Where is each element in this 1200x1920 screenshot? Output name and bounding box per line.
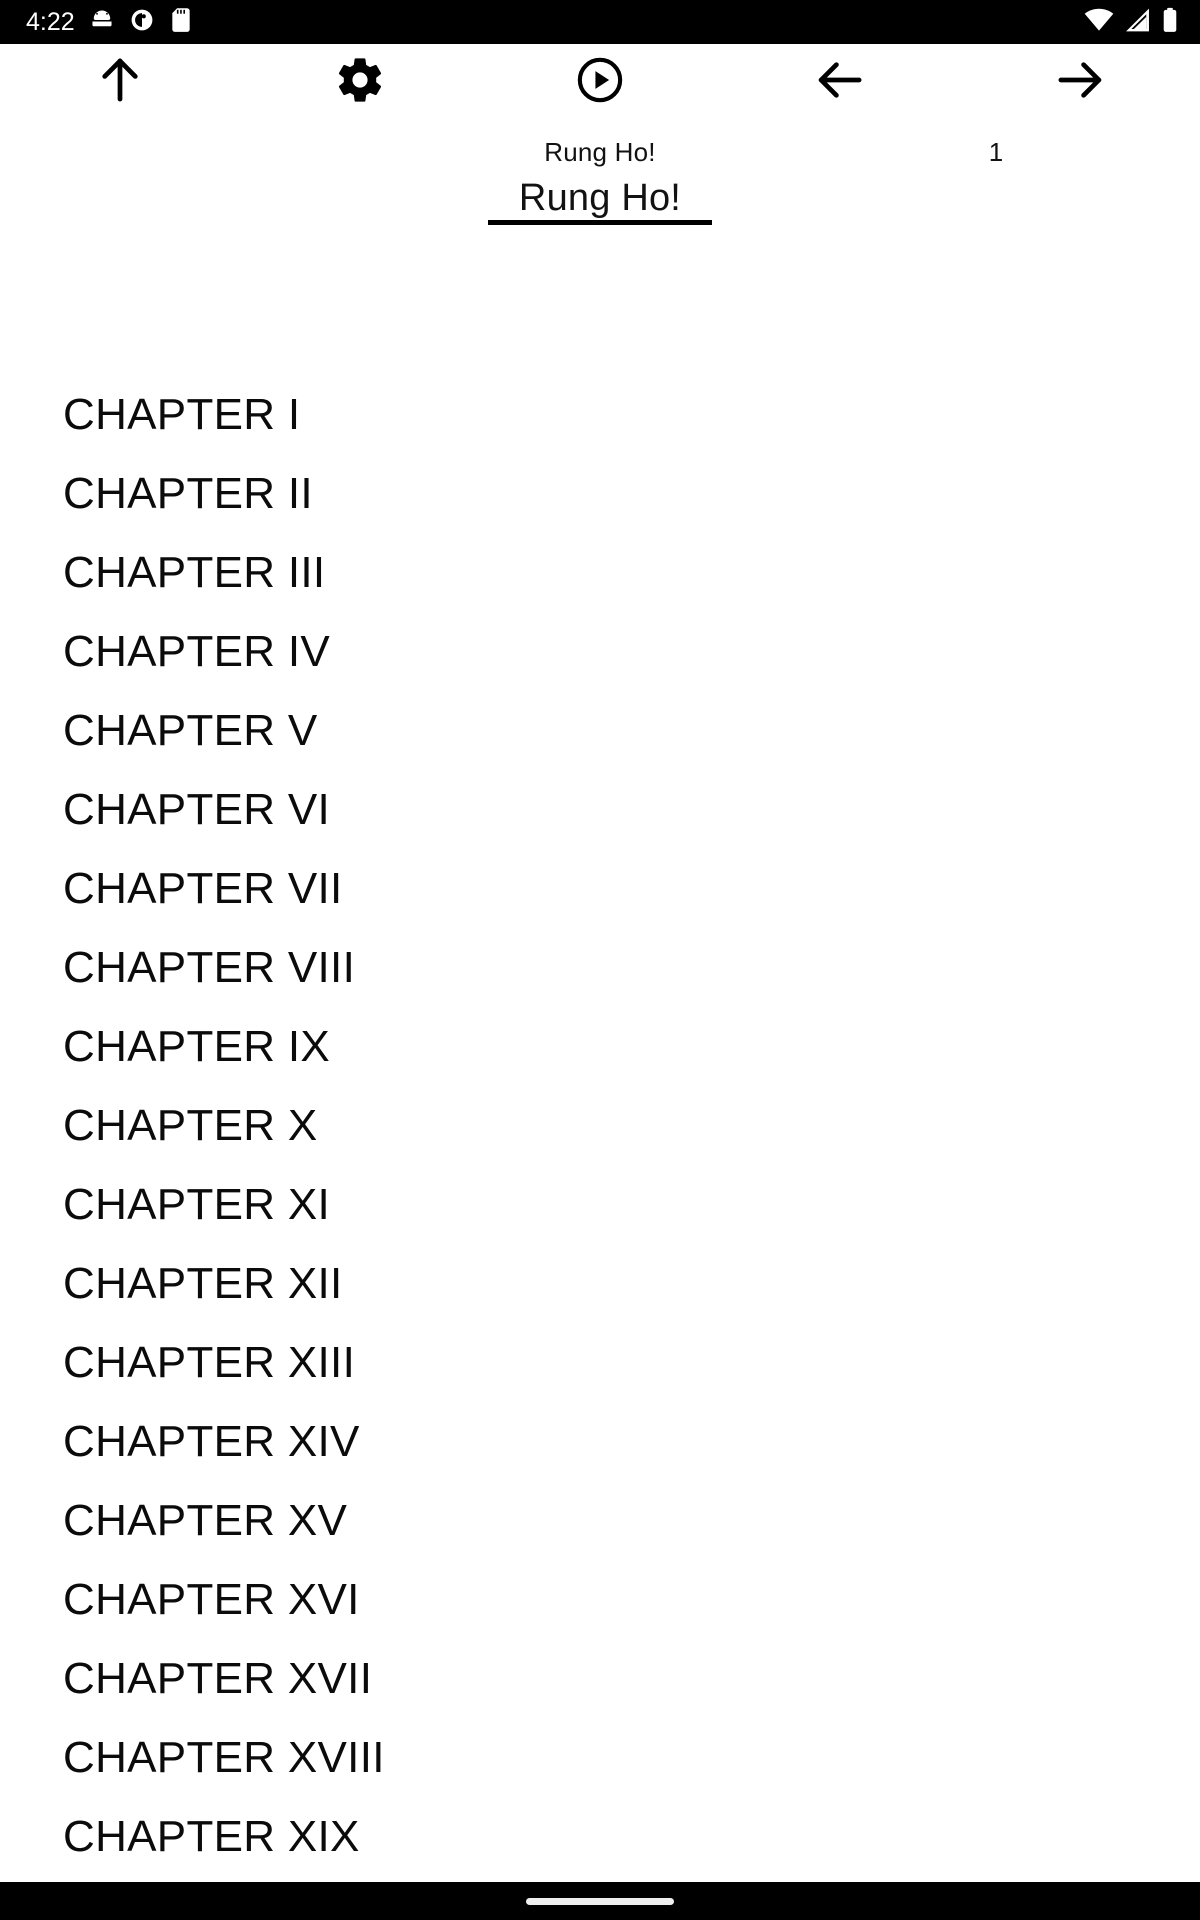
list-item[interactable]: CHAPTER XVI xyxy=(0,1560,1200,1639)
chapter-label: CHAPTER VII xyxy=(63,863,343,913)
chapter-label: CHAPTER V xyxy=(63,705,318,755)
list-item[interactable]: CHAPTER XII xyxy=(0,1244,1200,1323)
chapter-label: CHAPTER IX xyxy=(63,1021,331,1071)
chapter-list-scroll-area[interactable]: CHAPTER I CHAPTER II CHAPTER III CHAPTER IV… xyxy=(0,225,1200,1882)
list-item[interactable]: CHAPTER X xyxy=(0,1086,1200,1165)
reader-toolbar xyxy=(0,44,1200,119)
chapter-label: CHAPTER XVI xyxy=(63,1574,360,1624)
status-bar: 4:22 xyxy=(0,0,1200,44)
chapter-label: CHAPTER VIII xyxy=(63,942,356,992)
android-head-icon xyxy=(89,7,115,38)
chapter-label: CHAPTER XVII xyxy=(63,1653,373,1703)
clock-circle-icon xyxy=(129,7,155,38)
status-bar-left: 4:22 xyxy=(26,7,193,38)
list-item[interactable]: CHAPTER VI xyxy=(0,770,1200,849)
chapter-label: CHAPTER XV xyxy=(63,1495,348,1545)
list-item[interactable]: CHAPTER XIII xyxy=(0,1323,1200,1402)
arrow-left-icon xyxy=(813,53,867,110)
play-button[interactable] xyxy=(480,44,720,119)
status-bar-right xyxy=(1084,7,1178,38)
tab-strip: Rung Ho! 1 Rung Ho! xyxy=(0,119,1200,225)
previous-button[interactable] xyxy=(720,44,960,119)
cellular-signal-icon xyxy=(1124,7,1152,38)
next-button[interactable] xyxy=(960,44,1200,119)
chapter-label: CHAPTER XI xyxy=(63,1179,331,1229)
chapter-label: CHAPTER XII xyxy=(63,1258,343,1308)
play-circle-icon xyxy=(574,54,626,109)
chapter-label: CHAPTER XIX xyxy=(63,1811,360,1861)
list-item[interactable]: CHAPTER IX xyxy=(0,1007,1200,1086)
list-item[interactable]: CHAPTER XIX xyxy=(0,1797,1200,1876)
list-item[interactable]: CHAPTER XV xyxy=(0,1481,1200,1560)
list-item[interactable]: CHAPTER XVII xyxy=(0,1639,1200,1718)
chapter-label: CHAPTER VI xyxy=(63,784,331,834)
chapter-label: CHAPTER XVIII xyxy=(63,1732,385,1782)
app-root: 4:22 Rung Ho! 1 Rung Ho! CHAPTER I CHAPT… xyxy=(0,0,1200,1920)
chapter-label: CHAPTER XIII xyxy=(63,1337,356,1387)
gear-icon xyxy=(334,54,386,109)
wifi-icon xyxy=(1084,7,1114,38)
chapter-label: CHAPTER III xyxy=(63,547,326,597)
chapter-label: CHAPTER IV xyxy=(63,626,331,676)
list-item[interactable]: CHAPTER VII xyxy=(0,849,1200,928)
chapter-list: CHAPTER I CHAPTER II CHAPTER III CHAPTER IV… xyxy=(0,375,1200,1876)
settings-button[interactable] xyxy=(240,44,480,119)
list-item[interactable]: CHAPTER XI xyxy=(0,1165,1200,1244)
battery-icon xyxy=(1162,7,1178,38)
list-item[interactable]: CHAPTER XIV xyxy=(0,1402,1200,1481)
tab-active[interactable]: Rung Ho! xyxy=(488,177,712,220)
list-item[interactable]: CHAPTER III xyxy=(0,533,1200,612)
scroll-to-top-button[interactable] xyxy=(0,44,240,119)
arrow-right-icon xyxy=(1053,53,1107,110)
home-indicator[interactable] xyxy=(526,1897,674,1905)
system-navigation-bar xyxy=(0,1882,1200,1920)
tab-active-label: Rung Ho! xyxy=(518,177,682,219)
sd-card-icon xyxy=(169,7,193,38)
chapter-label: CHAPTER X xyxy=(63,1100,318,1150)
chapter-label: CHAPTER II xyxy=(63,468,313,518)
list-item[interactable]: CHAPTER IV xyxy=(0,612,1200,691)
chapter-label: CHAPTER XIV xyxy=(63,1416,360,1466)
chapter-label: CHAPTER I xyxy=(63,389,301,439)
status-bar-clock: 4:22 xyxy=(26,7,75,36)
list-item[interactable]: CHAPTER I xyxy=(0,375,1200,454)
list-item[interactable]: CHAPTER XVIII xyxy=(0,1718,1200,1797)
list-item[interactable]: CHAPTER II xyxy=(0,454,1200,533)
arrow-up-icon xyxy=(93,53,147,110)
list-item[interactable]: CHAPTER V xyxy=(0,691,1200,770)
page-counter-label: 1 xyxy=(988,137,1004,167)
list-item[interactable]: CHAPTER VIII xyxy=(0,928,1200,1007)
